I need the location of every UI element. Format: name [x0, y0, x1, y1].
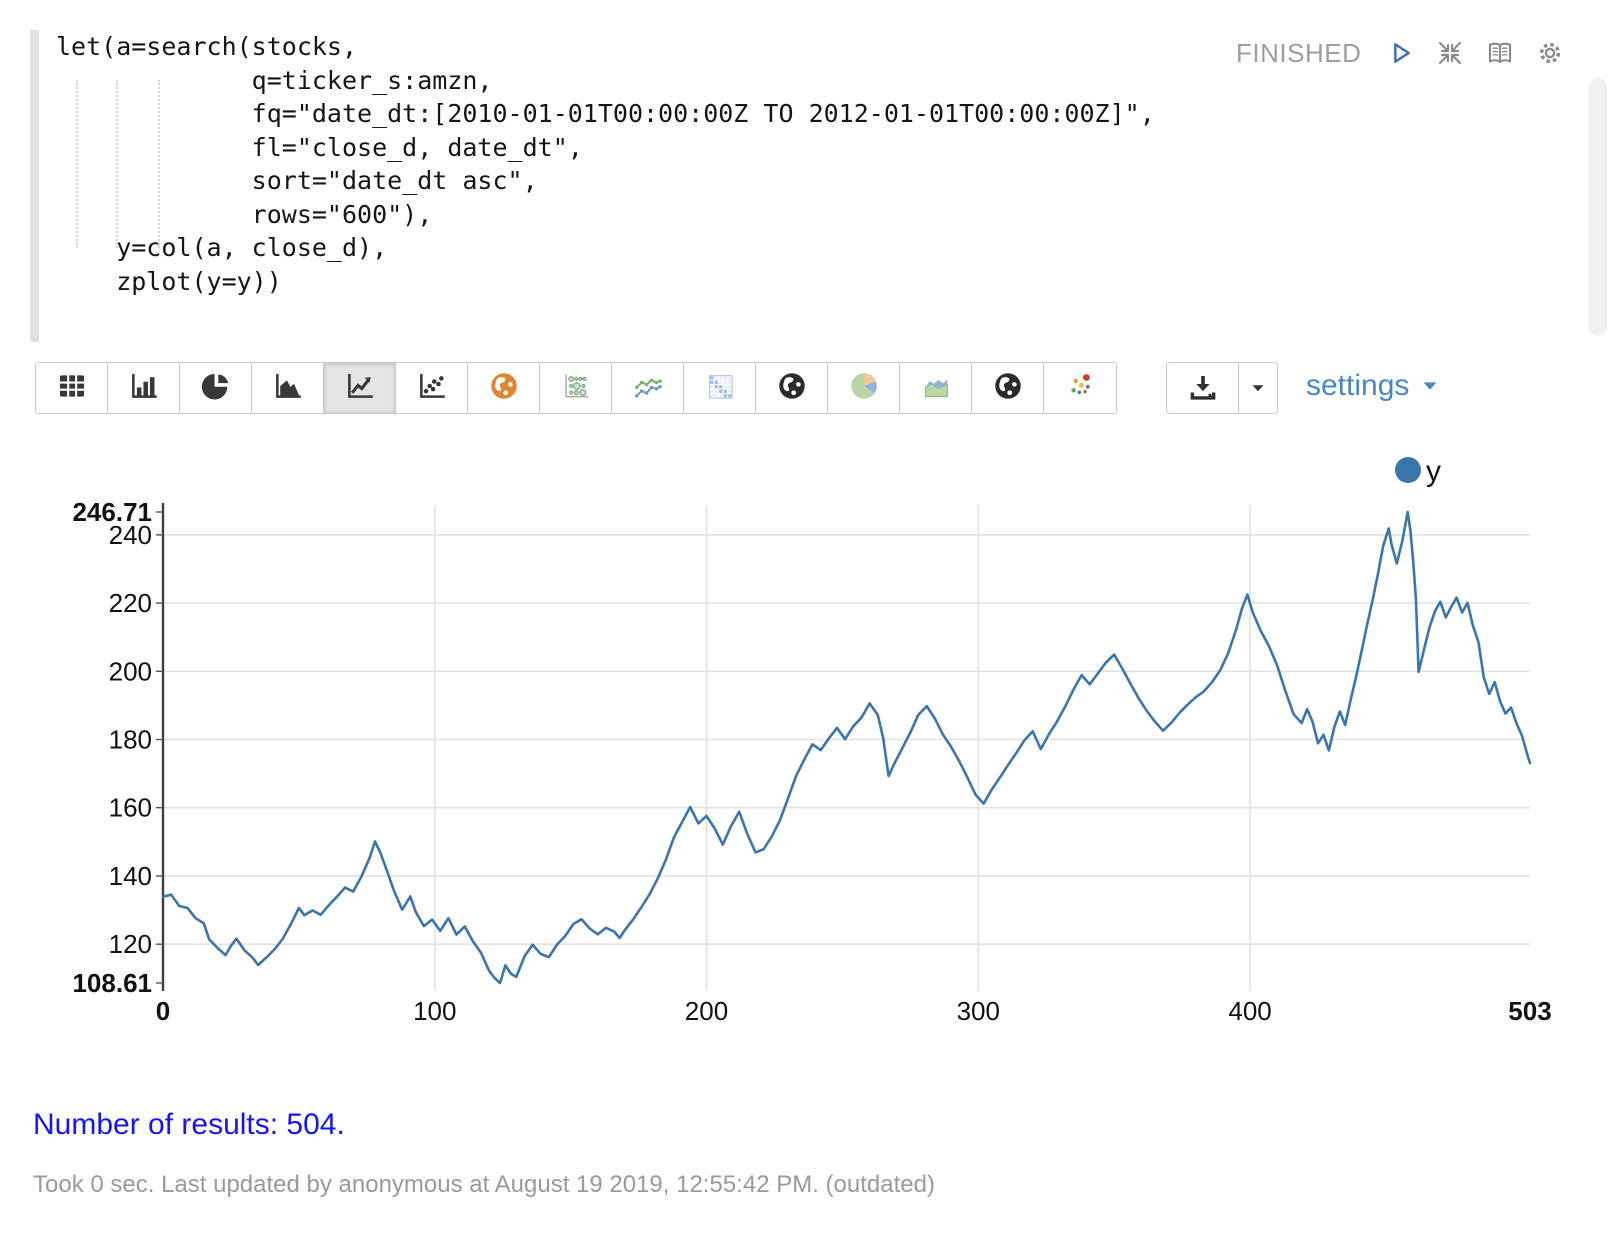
chart-type-bubble-chart-button[interactable] — [540, 363, 612, 413]
chart-type-globe-dark-1-button[interactable] — [756, 363, 828, 413]
scatter-icon — [415, 369, 449, 408]
table-icon — [55, 369, 89, 408]
chart-type-line-chart-button[interactable] — [324, 363, 396, 413]
paragraph-left-bar — [30, 30, 39, 342]
download-button-group — [1166, 362, 1278, 414]
chart-type-toolbar — [35, 362, 1117, 414]
settings-label: settings — [1306, 369, 1409, 403]
y-tick-label: 200 — [109, 656, 152, 686]
paragraph-controls: FINISHED — [1236, 36, 1567, 70]
multiline-icon — [631, 369, 665, 408]
pie-pastel-icon — [847, 369, 881, 408]
show-editor-button[interactable] — [1483, 36, 1517, 70]
indent-guide — [158, 80, 160, 248]
indent-guide — [76, 80, 78, 248]
chart-type-area-chart-button[interactable] — [252, 363, 324, 413]
area-icon — [271, 369, 305, 408]
y-tick-label: 240 — [109, 520, 152, 550]
x-tick-label: 100 — [413, 996, 456, 1026]
y-tick-label: 120 — [109, 929, 152, 959]
chart-type-table-button[interactable] — [36, 363, 108, 413]
y-tick-label: 220 — [109, 588, 152, 618]
stock-price-line-chart: 246.71240220200180160140120108.610100200… — [0, 435, 1612, 1035]
line-icon — [343, 369, 377, 408]
x-tick-label: 300 — [957, 996, 1000, 1026]
legend-label: y — [1426, 455, 1441, 488]
collapse-paragraph-button[interactable] — [1433, 36, 1467, 70]
legend-item-y[interactable]: y — [1395, 455, 1441, 488]
run-paragraph-button[interactable] — [1383, 36, 1417, 70]
download-options-button[interactable] — [1239, 363, 1277, 413]
globe-orange-icon — [487, 369, 521, 408]
settings-toggle[interactable]: settings — [1306, 369, 1441, 403]
results-count: Number of results: 504. — [33, 1108, 345, 1142]
globe-dark-icon — [775, 369, 809, 408]
chart-type-scatter-chart-button[interactable] — [396, 363, 468, 413]
x-tick-label: 200 — [685, 996, 728, 1026]
y-tick-label: 160 — [109, 793, 152, 823]
book-icon — [1484, 37, 1516, 69]
globe-dark-icon — [991, 369, 1025, 408]
chart-type-pie-chart-pastel-button[interactable] — [828, 363, 900, 413]
bubble-icon — [559, 369, 593, 408]
x-tick-label: 400 — [1228, 996, 1271, 1026]
chart-type-globe-dark-2-button[interactable] — [972, 363, 1044, 413]
play-icon — [1384, 37, 1416, 69]
y-tick-label: 108.61 — [72, 968, 152, 998]
chart-type-multi-line-chart-button[interactable] — [612, 363, 684, 413]
caret-down-icon — [1419, 375, 1441, 397]
download-icon — [1186, 371, 1220, 405]
chart-type-heatmap-button[interactable] — [684, 363, 756, 413]
paragraph-settings-button[interactable] — [1533, 36, 1567, 70]
chart-type-area-chart-pastel-button[interactable] — [900, 363, 972, 413]
gear-icon — [1534, 37, 1566, 69]
area-pastel-icon — [919, 369, 953, 408]
x-tick-label: 0 — [156, 996, 170, 1026]
download-data-button[interactable] — [1167, 363, 1239, 413]
y-tick-label: 180 — [109, 725, 152, 755]
code-editor[interactable]: let(a=search(stocks, q=ticker_s:amzn, fq… — [56, 30, 1155, 298]
chart-type-pie-chart-button[interactable] — [180, 363, 252, 413]
scatter-color-icon — [1063, 369, 1097, 408]
legend-dot — [1395, 457, 1421, 483]
chart-type-scatter-color-button[interactable] — [1044, 363, 1116, 413]
chart-type-bar-chart-button[interactable] — [108, 363, 180, 413]
series-line-y — [163, 512, 1530, 983]
pie-icon — [199, 369, 233, 408]
chart-type-globe-orange-button[interactable] — [468, 363, 540, 413]
zeppelin-paragraph: let(a=search(stocks, q=ticker_s:amzn, fq… — [0, 0, 1612, 1246]
bar-icon — [127, 369, 161, 408]
collapse-icon — [1434, 37, 1466, 69]
indent-guide — [116, 80, 118, 248]
execution-meta: Took 0 sec. Last updated by anonymous at… — [33, 1171, 935, 1199]
heatmap-icon — [703, 369, 737, 408]
status-badge: FINISHED — [1236, 38, 1361, 69]
y-tick-label: 140 — [109, 861, 152, 891]
caret-down-icon — [1245, 375, 1271, 401]
x-tick-label: 503 — [1508, 996, 1551, 1026]
editor-scrollbar[interactable] — [1589, 78, 1607, 336]
